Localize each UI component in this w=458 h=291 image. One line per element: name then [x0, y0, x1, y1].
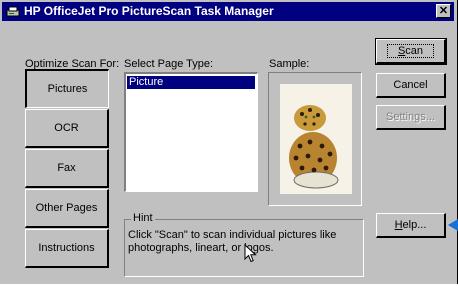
optimize-options: Pictures OCR Fax Other Pages Instruction…: [25, 69, 109, 268]
optimize-pictures-label: Pictures: [47, 83, 88, 95]
scan-button-label: Scan: [386, 44, 435, 58]
page-type-label: Select Page Type:: [124, 58, 214, 70]
scan-button[interactable]: Scan: [375, 38, 447, 65]
sample-leopard-image: [280, 84, 352, 194]
optimize-other-pages-button[interactable]: Other Pages: [25, 189, 109, 228]
dialog-window: HP OfficeJet Pro PictureScan Task Manage…: [0, 0, 458, 284]
cancel-button[interactable]: Cancel: [376, 73, 446, 98]
optimize-pictures-button[interactable]: Pictures: [25, 69, 109, 108]
optimize-fax-button[interactable]: Fax: [25, 149, 109, 188]
page-type-listbox[interactable]: Picture: [124, 72, 258, 192]
title-bar[interactable]: HP OfficeJet Pro PictureScan Task Manage…: [2, 2, 454, 21]
optimize-instructions-label: Instructions: [38, 242, 95, 254]
sample-label: Sample:: [269, 58, 310, 70]
optimize-ocr-button[interactable]: OCR: [25, 109, 109, 148]
optimize-ocr-label: OCR: [54, 122, 79, 134]
settings-button-label: Settings...: [386, 111, 435, 123]
close-icon: ✕: [438, 5, 449, 17]
pointer-arrow-icon: [448, 219, 458, 231]
optimize-other-pages-label: Other Pages: [35, 202, 98, 214]
close-button[interactable]: ✕: [436, 4, 451, 18]
help-button-label: Help...: [394, 219, 427, 231]
hint-legend: Hint: [131, 212, 155, 224]
optimize-instructions-button[interactable]: Instructions: [25, 229, 109, 268]
mouse-pointer-icon: [244, 244, 257, 263]
scanner-app-icon: [6, 6, 20, 17]
optimize-fax-label: Fax: [57, 162, 76, 174]
page-type-item-picture[interactable]: Picture: [127, 76, 255, 89]
settings-button[interactable]: Settings...: [376, 105, 446, 130]
help-button[interactable]: Help...: [376, 213, 446, 238]
window-title: HP OfficeJet Pro PictureScan Task Manage…: [24, 4, 274, 18]
cancel-button-label: Cancel: [393, 79, 428, 91]
